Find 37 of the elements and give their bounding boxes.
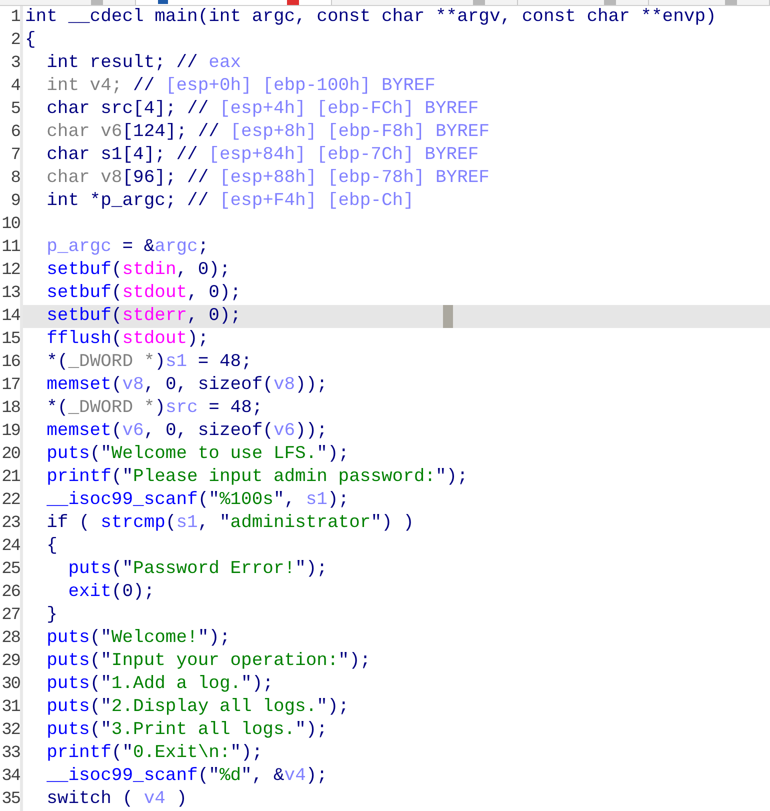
code-line: puts("Welcome to use LFS."); (46, 443, 350, 466)
code-line: } (46, 604, 58, 627)
code-line: puts("Password Error!"); (67, 558, 328, 581)
code-line: int __cdecl main(int argc, const char **argv, const char **envp) (25, 6, 716, 29)
text-cursor (443, 305, 453, 328)
code-line: { (25, 29, 36, 52)
code-line: char v8[96]; // [esp+88h] [ebp-78h] BYREF (46, 167, 490, 190)
code-line: *(_DWORD *)s1 = 48; (46, 351, 252, 374)
code-line: setbuf(stdin, 0); (46, 259, 230, 282)
code-line: memset(v6, 0, sizeof(v6)); (46, 420, 328, 443)
code-line: int v4; // [esp+0h] [ebp-100h] BYREF (46, 75, 436, 98)
code-line: puts("2.Display all logs."); (46, 696, 350, 719)
code-line: char src[4]; // [esp+4h] [ebp-FCh] BYREF (46, 98, 479, 121)
code-line: p_argc = &argc; (46, 236, 209, 259)
code-line: __isoc99_scanf("%100s", s1); (46, 489, 350, 512)
code-line: puts("Input your operation:"); (46, 650, 371, 673)
code-line: puts("Welcome!"); (46, 627, 230, 650)
code-line: char s1[4]; // [esp+84h] [ebp-7Ch] BYREF (46, 144, 479, 167)
code-line: switch ( v4 ) (46, 788, 188, 811)
code-line: int *p_argc; // [esp+F4h] [ebp-Ch] (46, 190, 414, 213)
code-line: *(_DWORD *)src = 48; (46, 397, 263, 420)
code-line: int result; // eax (46, 52, 242, 75)
code-line: if ( strcmp(s1, "administrator") ) (46, 512, 414, 535)
code-line: setbuf(stdout, 0); (46, 282, 242, 305)
tab[interactable] (136, 0, 332, 5)
code-line: printf("0.Exit\n:"); (46, 742, 263, 765)
code-line: setbuf(stderr, 0); (46, 305, 242, 328)
code-line: exit(0); (67, 581, 155, 604)
code-line: printf("Please input admin password:"); (46, 466, 468, 489)
line-number: 14 (0, 305, 20, 328)
code-line: __isoc99_scanf("%d", &v4); (46, 765, 328, 788)
code-line: puts("1.Add a log."); (46, 673, 274, 696)
code-line: puts("3.Print all logs."); (46, 719, 328, 742)
code-line: { (46, 535, 58, 558)
code-line: fflush(stdout); (46, 328, 209, 351)
code-line: char v6[124]; // [esp+8h] [ebp-F8h] BYREF (46, 121, 490, 144)
code-line: memset(v8, 0, sizeof(v8)); (46, 374, 328, 397)
